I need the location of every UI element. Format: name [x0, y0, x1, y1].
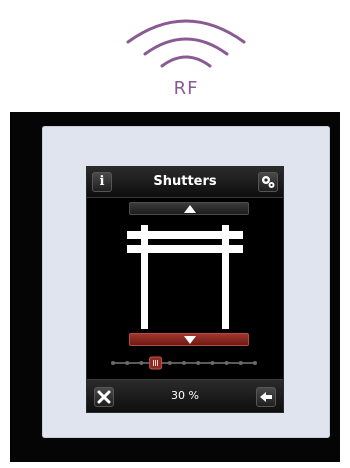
- shutter-down-button[interactable]: [129, 333, 249, 346]
- gears-icon: [262, 176, 275, 188]
- slider-track[interactable]: [109, 356, 259, 370]
- arrow-left-icon: [260, 392, 272, 402]
- arrow-up-icon: [184, 205, 196, 213]
- title-bar: i Shutters: [87, 167, 283, 198]
- slider-tick: [224, 361, 229, 365]
- shutter-illustration: [127, 225, 243, 329]
- close-button[interactable]: [94, 387, 114, 407]
- arrow-down-icon: [184, 336, 196, 344]
- close-icon: [97, 390, 111, 404]
- slider-tick: [182, 361, 186, 365]
- slider-tick: [253, 361, 257, 365]
- slider-tick: [210, 361, 215, 365]
- info-button[interactable]: i: [92, 172, 112, 192]
- rf-label: RF: [173, 78, 199, 99]
- position-percent: 30 %: [171, 389, 199, 402]
- shutter-up-button[interactable]: [129, 202, 249, 215]
- page-title: Shutters: [153, 174, 217, 189]
- rf-badge: RF: [120, 8, 252, 99]
- touch-screen: i Shutters 30 %: [86, 166, 284, 413]
- slider-tick: [196, 361, 201, 365]
- device-frame: i Shutters 30 %: [42, 126, 330, 438]
- bottom-bar: 30 %: [87, 379, 283, 412]
- info-icon: i: [99, 174, 105, 189]
- slider-tick: [125, 361, 130, 365]
- back-button[interactable]: [256, 387, 276, 407]
- settings-button[interactable]: [258, 172, 278, 192]
- device-bezel: i Shutters 30 %: [10, 112, 340, 462]
- slider-tick: [111, 361, 115, 365]
- wireless-signal-icon: [126, 19, 246, 68]
- slider-tick: [139, 361, 144, 365]
- slider-tick: [167, 361, 172, 365]
- position-slider[interactable]: [109, 356, 259, 370]
- slider-tick: [238, 361, 243, 365]
